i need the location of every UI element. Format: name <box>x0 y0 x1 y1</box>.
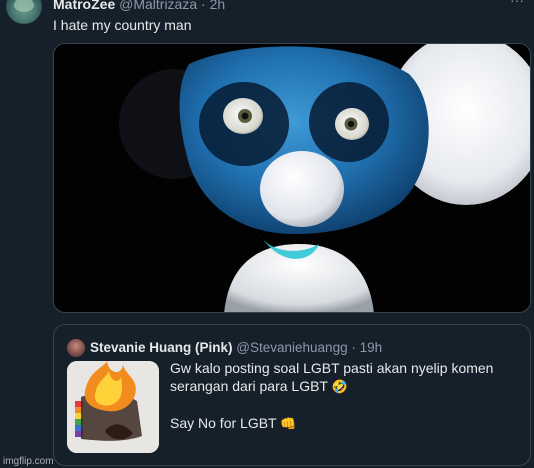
fist-emoji-icon: 👊 <box>280 416 297 431</box>
quoted-text-line-3-body: Say No for LGBT <box>170 415 277 431</box>
quoted-text-line-2-body: serangan dari para LGBT <box>170 378 328 394</box>
tweet[interactable]: MatroZee @Maltrizaza · 2h ··· I hate my … <box>0 0 534 468</box>
smurf-mouse-image <box>54 44 530 312</box>
tweet-header: MatroZee @Maltrizaza · 2h <box>53 0 225 12</box>
quoted-header-separator: · <box>351 340 356 355</box>
tweet-timestamp[interactable]: 2h <box>210 0 226 12</box>
quoted-tweet-header: Stevanie Huang (Pink) @Stevaniehuangg · … <box>90 339 382 357</box>
more-options-button[interactable]: ··· <box>508 0 526 8</box>
quoted-tweet-text: Gw kalo posting soal LGBT pasti akan nye… <box>170 359 493 433</box>
more-dots-icon: ··· <box>510 0 524 8</box>
author-handle[interactable]: @Maltrizaza <box>119 0 197 12</box>
quoted-tweet-timestamp: 19h <box>359 340 383 355</box>
quoted-text-line-1: Gw kalo posting soal LGBT pasti akan nye… <box>170 360 494 376</box>
quoted-media-thumbnail[interactable] <box>67 361 159 453</box>
quoted-author-name: Stevanie Huang (Pink) <box>90 340 233 355</box>
quoted-text-line-2: serangan dari para LGBT 🤣 <box>170 377 493 396</box>
author-avatar[interactable] <box>6 0 42 24</box>
author-name[interactable]: MatroZee <box>53 0 115 12</box>
tweet-text: I hate my country man <box>53 17 192 33</box>
quoted-author-handle: @Stevaniehuangg <box>236 340 348 355</box>
imgflip-watermark: imgflip.com <box>3 456 54 467</box>
quoted-tweet[interactable]: Stevanie Huang (Pink) @Stevaniehuangg · … <box>53 324 531 466</box>
header-separator: · <box>201 0 206 12</box>
tweet-media-image[interactable] <box>53 43 531 313</box>
rofl-emoji-icon: 🤣 <box>331 379 348 394</box>
quoted-author-avatar <box>67 339 85 357</box>
burning-flag-image <box>67 361 159 453</box>
quoted-text-line-3: Say No for LGBT 👊 <box>170 414 493 433</box>
